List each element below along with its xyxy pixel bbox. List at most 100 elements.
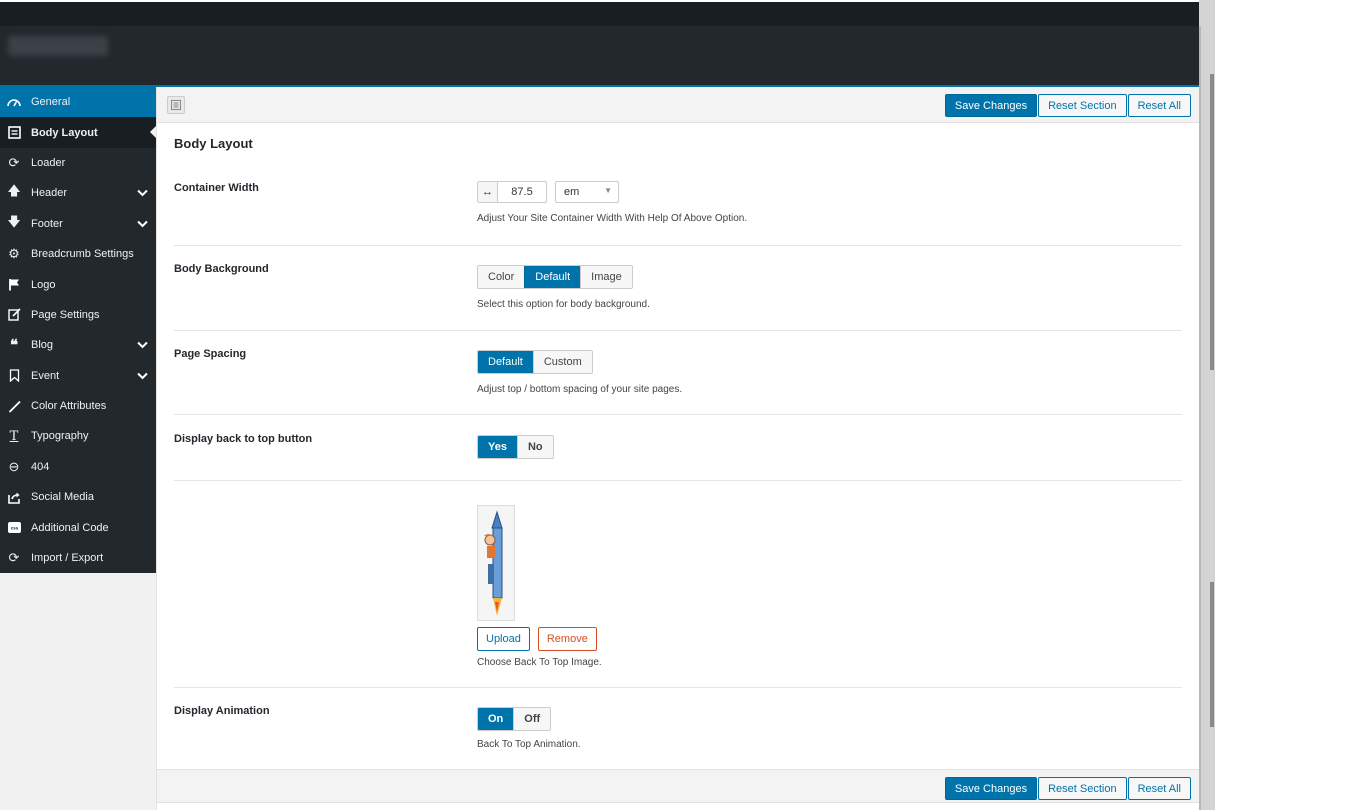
field-label: Display back to top button bbox=[174, 433, 313, 445]
sidebar-item-label: Event bbox=[31, 369, 60, 382]
unit-select-value: em bbox=[564, 186, 580, 198]
field-display-animation: Display Animation On Off Back To Top Ani… bbox=[174, 688, 1182, 768]
sidebar-item-blog[interactable]: ❝ Blog bbox=[0, 330, 156, 360]
panel-header bbox=[0, 26, 1199, 85]
sidebar-item-logo[interactable]: Logo bbox=[0, 269, 156, 299]
chevron-down-icon[interactable] bbox=[137, 371, 148, 383]
reset-section-button[interactable]: Reset Section bbox=[1038, 94, 1127, 117]
unit-select[interactable]: em ▼ bbox=[555, 181, 619, 203]
text-icon: T bbox=[9, 428, 19, 444]
sidebar-item-color-attributes[interactable]: Color Attributes bbox=[0, 391, 156, 421]
sidebar-item-breadcrumb-settings[interactable]: ⚙ Breadcrumb Settings bbox=[0, 239, 156, 269]
sidebar-item-label: 404 bbox=[31, 460, 50, 473]
field-description: Adjust Your Site Container Width With He… bbox=[477, 213, 748, 224]
sidebar-item-label: General bbox=[31, 96, 71, 109]
field-label: Body Background bbox=[174, 263, 269, 275]
field-back-to-top-image: Upload Remove Choose Back To Top Image. bbox=[174, 481, 1182, 688]
option-default[interactable]: Default bbox=[478, 351, 533, 373]
option-custom[interactable]: Custom bbox=[532, 351, 592, 373]
rocket-pencil-image bbox=[484, 510, 503, 616]
sidebar-item-event[interactable]: Event bbox=[0, 361, 156, 391]
field-label: Page Spacing bbox=[174, 348, 247, 360]
sync-icon: ⟳ bbox=[8, 550, 20, 566]
sidebar-item-404[interactable]: ⊖ 404 bbox=[0, 452, 156, 482]
option-color[interactable]: Color bbox=[478, 266, 524, 288]
panel-logo bbox=[8, 36, 108, 56]
toolbar-actions: Save Changes Reset Section Reset All bbox=[944, 777, 1191, 800]
animation-switch: On Off bbox=[477, 707, 552, 731]
sidebar-item-label: Import / Export bbox=[31, 552, 104, 565]
svg-text:css: css bbox=[10, 526, 18, 531]
option-default[interactable]: Default bbox=[524, 266, 581, 288]
width-input[interactable]: ↔ 87.5 bbox=[477, 181, 547, 203]
brush-icon bbox=[6, 398, 22, 414]
share-icon bbox=[6, 489, 22, 505]
sidebar-menu: General Body Layout ⟳ Loader 🡅 Header 🡇 … bbox=[0, 87, 156, 574]
body-background-buttonset: Color Default Image bbox=[477, 265, 633, 289]
caret-down-icon: ▼ bbox=[604, 186, 612, 195]
scrollbar-thumb[interactable] bbox=[1210, 74, 1214, 370]
arrow-down-icon: 🡇 bbox=[7, 213, 21, 229]
remove-button[interactable]: Remove bbox=[537, 627, 597, 651]
back-to-top-switch: Yes No bbox=[477, 435, 554, 459]
sidebar-item-label: Logo bbox=[31, 278, 56, 291]
reset-all-button[interactable]: Reset All bbox=[1127, 94, 1191, 117]
edit-icon bbox=[6, 307, 22, 323]
css-icon: css bbox=[6, 520, 22, 536]
field-page-spacing: Page Spacing Default Custom Adjust top /… bbox=[174, 331, 1182, 415]
section-title: Body Layout bbox=[174, 136, 253, 151]
toolbar-actions: Save Changes Reset Section Reset All bbox=[944, 94, 1191, 117]
sidebar-item-footer[interactable]: 🡇 Footer bbox=[0, 209, 156, 239]
sidebar-item-label: Social Media bbox=[31, 491, 94, 504]
option-off[interactable]: Off bbox=[513, 708, 550, 730]
horizontal-arrows-icon: ↔ bbox=[478, 182, 498, 202]
sidebar-item-label: Page Settings bbox=[31, 308, 100, 321]
scrollbar-thumb-secondary[interactable] bbox=[1210, 582, 1214, 727]
reset-all-button[interactable]: Reset All bbox=[1127, 777, 1191, 800]
option-on[interactable]: On bbox=[478, 708, 514, 730]
upload-button[interactable]: Upload bbox=[477, 627, 530, 651]
field-control: Default Custom Adjust top / bottom spaci… bbox=[477, 350, 682, 395]
sidebar-item-label: Color Attributes bbox=[31, 400, 107, 413]
page-scrollbar[interactable] bbox=[1199, 0, 1215, 810]
layout-icon bbox=[6, 125, 22, 141]
scrollbar-gutter bbox=[1199, 26, 1201, 810]
save-button[interactable]: Save Changes bbox=[944, 94, 1038, 117]
sidebar-item-additional-code[interactable]: css Additional Code bbox=[0, 512, 156, 542]
option-no[interactable]: No bbox=[516, 436, 553, 458]
flag-icon bbox=[6, 277, 22, 293]
save-button[interactable]: Save Changes bbox=[944, 777, 1038, 800]
field-control: Color Default Image Select this option f… bbox=[477, 265, 650, 310]
chevron-down-icon[interactable] bbox=[137, 340, 148, 352]
sidebar-item-general[interactable]: General bbox=[0, 87, 156, 118]
option-yes[interactable]: Yes bbox=[478, 436, 517, 458]
sidebar: General Body Layout ⟳ Loader 🡅 Header 🡇 … bbox=[0, 87, 157, 810]
sidebar-item-social-media[interactable]: Social Media bbox=[0, 482, 156, 512]
field-control: ↔ 87.5 em ▼ Adjust Your Site Container W… bbox=[477, 181, 747, 224]
back-to-top-image-preview bbox=[477, 505, 515, 621]
chevron-down-icon[interactable] bbox=[137, 188, 148, 200]
sidebar-item-page-settings[interactable]: Page Settings bbox=[0, 300, 156, 330]
options-panel: Save Changes Reset Section Reset All Bod… bbox=[157, 87, 1199, 810]
chevron-down-icon[interactable] bbox=[137, 219, 148, 231]
page-spacing-buttonset: Default Custom bbox=[477, 350, 593, 374]
options-toolbar-bottom: Save Changes Reset Section Reset All bbox=[157, 769, 1199, 803]
option-image[interactable]: Image bbox=[580, 266, 632, 288]
sidebar-item-header[interactable]: 🡅 Header bbox=[0, 178, 156, 208]
gear-icon: ⚙ bbox=[8, 246, 20, 262]
sidebar-item-import-export[interactable]: ⟳ Import / Export bbox=[0, 543, 156, 573]
sidebar-item-body-layout[interactable]: Body Layout bbox=[0, 117, 156, 148]
bookmark-icon bbox=[6, 368, 22, 384]
width-value[interactable]: 87.5 bbox=[498, 182, 546, 202]
reset-section-button[interactable]: Reset Section bbox=[1038, 777, 1127, 800]
sidebar-item-label: Additional Code bbox=[31, 521, 109, 534]
quote-icon: ❝ bbox=[9, 337, 19, 355]
field-description: Select this option for body background. bbox=[477, 299, 650, 310]
admin-top-bar bbox=[0, 0, 1199, 26]
sidebar-item-typography[interactable]: T Typography bbox=[0, 421, 156, 451]
minus-circle-icon: ⊖ bbox=[8, 458, 20, 474]
sidebar-item-loader[interactable]: ⟳ Loader bbox=[0, 148, 156, 178]
dimension-control: ↔ 87.5 em ▼ bbox=[477, 181, 747, 203]
field-description: Back To Top Animation. bbox=[477, 739, 581, 750]
expand-options-icon[interactable] bbox=[167, 96, 185, 114]
